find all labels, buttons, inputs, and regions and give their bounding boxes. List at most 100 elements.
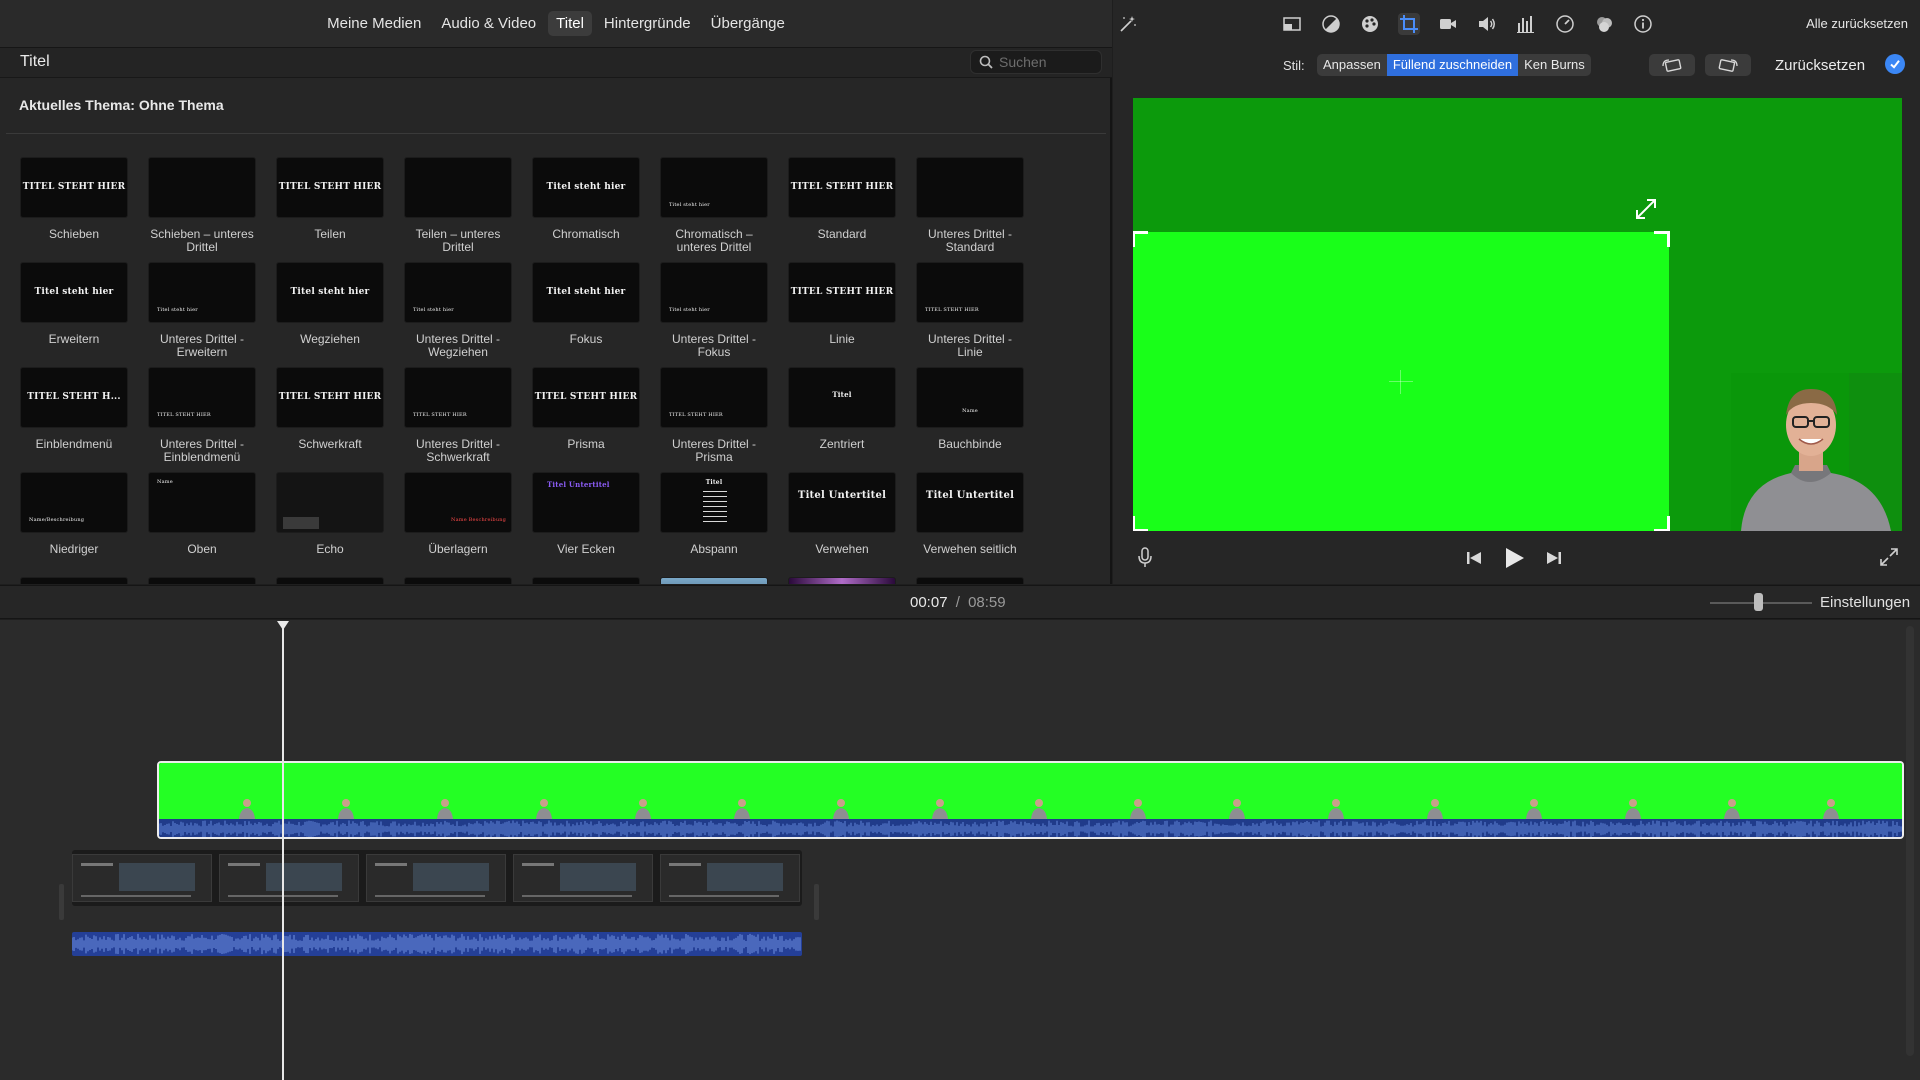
playhead-handle-icon[interactable] (277, 621, 289, 631)
title-tile[interactable]: Name/Beschreibung Niedriger (20, 472, 128, 556)
color-palette-icon[interactable] (1359, 13, 1381, 35)
title-preview-text: TITEL STEHT HIER (925, 307, 979, 313)
video-preview-canvas[interactable] (1133, 98, 1902, 531)
clip-trim-handle-left[interactable] (59, 884, 64, 920)
skip-back-icon[interactable] (1465, 549, 1483, 572)
title-tile[interactable]: TITEL STEHT HIER Unteres Drittel - Linie (916, 262, 1024, 359)
playhead[interactable] (282, 628, 284, 1080)
title-tile[interactable]: TITEL STEHT HIER Schieben (20, 157, 128, 241)
title-tile[interactable]: Teilen – unteres Drittel (404, 157, 512, 254)
title-tile[interactable]: TITEL STEHT HIER Linie (788, 262, 896, 346)
title-tile[interactable]: Name Oben (148, 472, 256, 556)
volume-icon[interactable] (1476, 13, 1498, 35)
title-tile[interactable]: Titel Untertitel Vier Ecken (532, 472, 640, 556)
title-thumbnail[interactable] (404, 577, 512, 584)
title-tile[interactable]: Unteres Drittel - Standard (916, 157, 1024, 254)
title-tile[interactable]: Echo (276, 472, 384, 556)
title-tile[interactable]: TITEL STEHT H... Einblendmenü (20, 367, 128, 451)
timeline[interactable] (0, 620, 1920, 1080)
title-thumbnail: Titel steht hier (532, 262, 640, 323)
title-tile[interactable]: TITEL STEHT HIER Unteres Drittel - Prisma (660, 367, 768, 464)
title-thumbnail[interactable] (916, 577, 1024, 584)
main-video-clip[interactable] (72, 850, 802, 906)
title-tile[interactable]: Titel Zentriert (788, 367, 896, 451)
magic-wand-icon[interactable] (1117, 13, 1139, 35)
title-label: Einblendmenü (35, 437, 113, 451)
clip-frame-person (1724, 799, 1740, 819)
title-tile[interactable]: TITEL STEHT HIER Unteres Drittel - Einble… (148, 367, 256, 464)
reset-all-button[interactable]: Alle zurücksetzen (1806, 16, 1908, 31)
title-thumbnail[interactable] (148, 577, 256, 584)
rotate-right-button[interactable] (1705, 54, 1751, 76)
title-tile[interactable]: Name Beschreibung Überlagern (404, 472, 512, 556)
title-tile[interactable]: Titel Abspann (660, 472, 768, 556)
title-thumbnail: Titel Untertitel (532, 472, 640, 533)
title-tile[interactable]: Titel steht hier Unteres Drittel - Erweit… (148, 262, 256, 359)
title-thumbnail[interactable] (532, 577, 640, 584)
timeline-scrollbar[interactable] (1906, 626, 1914, 1056)
green-screen-clip[interactable] (157, 761, 1904, 839)
play-icon[interactable] (1503, 546, 1525, 575)
title-tile[interactable]: Titel Untertitel Verwehen seitlich (916, 472, 1024, 556)
microphone-icon[interactable] (1137, 546, 1153, 575)
style-crop-to-fill-button[interactable]: Füllend zuschneiden (1386, 54, 1519, 76)
color-balance-icon[interactable] (1320, 13, 1342, 35)
apply-checkmark-button[interactable] (1885, 54, 1905, 74)
crop-resize-handle-icon[interactable] (1634, 197, 1658, 221)
crop-overlay-icon[interactable] (1281, 13, 1303, 35)
title-thumbnail: Name (916, 367, 1024, 428)
equalizer-icon[interactable] (1515, 13, 1537, 35)
title-thumbnail: Name (148, 472, 256, 533)
crop-icon[interactable] (1398, 13, 1420, 35)
info-icon[interactable] (1632, 13, 1654, 35)
tab-backgrounds[interactable]: Hintergründe (596, 11, 699, 36)
tab-my-media[interactable]: Meine Medien (319, 11, 429, 36)
title-tile[interactable]: Schieben – unteres Drittel (148, 157, 256, 254)
title-tile[interactable]: TITEL STEHT HIER Unteres Drittel - Schwer… (404, 367, 512, 464)
title-tile[interactable]: Titel steht hier Erweitern (20, 262, 128, 346)
title-thumbnail[interactable] (276, 577, 384, 584)
title-tile[interactable]: Titel steht hier Chromatisch (532, 157, 640, 241)
title-tile[interactable]: Titel steht hier Unteres Drittel - Wegzie… (404, 262, 512, 359)
crop-handle-bottom-right[interactable] (1654, 516, 1670, 531)
title-tile[interactable]: Titel steht hier Fokus (532, 262, 640, 346)
settings-button[interactable]: Einstellungen (1820, 594, 1910, 611)
title-tile[interactable]: TITEL STEHT HIER Teilen (276, 157, 384, 241)
fullscreen-icon[interactable] (1879, 547, 1899, 572)
title-tile[interactable]: TITEL STEHT HIER Schwerkraft (276, 367, 384, 451)
crop-handle-bottom-left[interactable] (1133, 516, 1148, 531)
crop-rectangle[interactable] (1133, 231, 1670, 531)
style-fit-button[interactable]: Anpassen (1317, 54, 1387, 76)
search-input[interactable] (999, 54, 1099, 70)
title-preview-text: Titel steht hier (546, 182, 626, 192)
filter-icon[interactable] (1593, 13, 1615, 35)
crop-handle-top-right[interactable] (1654, 231, 1670, 247)
title-tile[interactable]: TITEL STEHT HIER Standard (788, 157, 896, 241)
style-ken-burns-button[interactable]: Ken Burns (1518, 54, 1591, 76)
title-tile[interactable]: Titel Untertitel Verwehen (788, 472, 896, 556)
rotate-left-button[interactable] (1649, 54, 1695, 76)
timeline-zoom-knob[interactable] (1754, 593, 1763, 611)
title-thumbnail[interactable] (20, 577, 128, 584)
tab-transitions[interactable]: Übergänge (703, 11, 793, 36)
camera-icon[interactable] (1437, 13, 1459, 35)
title-thumbnail[interactable] (660, 577, 768, 584)
title-tile[interactable]: Titel steht hier Chromatisch – unteres Dr… (660, 157, 768, 254)
title-thumbnail[interactable] (788, 577, 896, 584)
speed-icon[interactable] (1554, 13, 1576, 35)
title-preview-text: Titel Untertitel (797, 490, 887, 501)
clip-trim-handle-right[interactable] (814, 884, 819, 920)
title-tile[interactable]: Name Bauchbinde (916, 367, 1024, 451)
green-clip-video (159, 763, 1902, 819)
tab-audio-video[interactable]: Audio & Video (433, 11, 544, 36)
search-box[interactable] (970, 50, 1102, 74)
title-tile[interactable]: Titel steht hier Wegziehen (276, 262, 384, 346)
skip-forward-icon[interactable] (1545, 549, 1563, 572)
title-tile[interactable]: Titel steht hier Unteres Drittel - Fokus (660, 262, 768, 359)
main-clip-audio-waveform[interactable] (72, 932, 802, 956)
tab-titles[interactable]: Titel (548, 11, 592, 36)
reset-button[interactable]: Zurücksetzen (1775, 57, 1865, 74)
title-label: Verwehen (815, 542, 869, 556)
crop-handle-top-left[interactable] (1133, 231, 1148, 247)
title-tile[interactable]: TITEL STEHT HIER Prisma (532, 367, 640, 451)
